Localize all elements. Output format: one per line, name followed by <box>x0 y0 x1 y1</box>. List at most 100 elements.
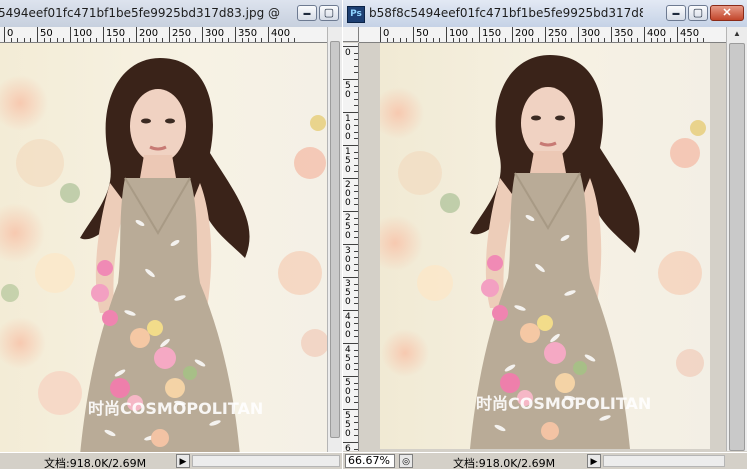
ruler-minor-tick <box>162 38 164 42</box>
ruler-label: 100 <box>345 114 351 142</box>
ruler-minor-tick <box>208 38 210 42</box>
vertical-scrollbar[interactable] <box>327 27 342 454</box>
minimize-button[interactable]: ▬ <box>666 5 686 21</box>
ruler-minor-tick <box>657 38 659 42</box>
ruler-label: 550 <box>345 411 351 439</box>
ruler-major-tick <box>578 27 579 42</box>
ruler-label: 250 <box>345 213 351 241</box>
title-bar[interactable]: 5494eef01fc471bf1be5fe9925bd317d83.jpg @… <box>0 0 342 28</box>
ruler-minor-tick <box>354 164 358 166</box>
ruler-minor-tick <box>76 38 78 42</box>
scrollbar-thumb[interactable] <box>729 43 745 451</box>
ruler-minor-tick <box>221 38 223 42</box>
ruler-minor-tick <box>354 435 358 437</box>
ruler-minor-tick <box>399 38 401 42</box>
ruler-minor-tick <box>228 38 230 42</box>
document-size: 文档:918.0K/2.69M <box>44 457 147 469</box>
ruler-major-tick <box>136 27 137 42</box>
ruler-major-tick <box>611 27 612 42</box>
ruler-minor-tick <box>261 38 263 42</box>
restore-icon: ▢ <box>323 6 335 19</box>
ruler-minor-tick <box>354 158 358 160</box>
ruler-minor-tick <box>354 395 358 397</box>
ruler-minor-tick <box>354 191 358 193</box>
minimize-icon: ▬ <box>303 9 311 17</box>
status-menu-button[interactable]: ▶ <box>587 454 601 468</box>
horizontal-scrollbar[interactable] <box>603 455 725 467</box>
photo: 时尚COSMOPOLITAN <box>0 43 329 455</box>
ruler-minor-tick <box>597 38 599 42</box>
right-arrow-icon: ▶ <box>590 456 598 466</box>
restore-button[interactable]: ▢ <box>688 5 708 21</box>
zoom-menu-button[interactable]: ◎ <box>399 454 413 468</box>
window-title: b58f8c5494eef01fc471bf1be5fe9925bd317d83… <box>369 6 643 20</box>
restore-button[interactable]: ▢ <box>319 5 339 21</box>
ruler-minor-tick <box>241 38 243 42</box>
ruler-major-tick <box>343 79 358 80</box>
ruler-minor-tick <box>149 38 151 42</box>
horizontal-scrollbar[interactable] <box>192 455 340 467</box>
ruler-major-tick <box>4 27 5 42</box>
ruler-minor-tick <box>155 38 157 42</box>
ruler-minor-tick <box>663 38 665 42</box>
ruler-minor-tick <box>354 389 358 391</box>
ruler-major-tick <box>343 442 358 443</box>
ruler-minor-tick <box>419 38 421 42</box>
ruler-minor-tick <box>354 230 358 232</box>
photo: 时尚COSMOPOLITAN <box>380 43 710 449</box>
close-button[interactable]: ✕ <box>710 5 744 21</box>
ruler-minor-tick <box>122 38 124 42</box>
document-window-left[interactable]: 5494eef01fc471bf1be5fe9925bd317d83.jpg @… <box>0 0 343 469</box>
ruler-minor-tick <box>142 38 144 42</box>
ruler-minor-tick <box>96 38 98 42</box>
status-menu-button[interactable]: ▶ <box>176 454 190 468</box>
ruler-minor-tick <box>43 38 45 42</box>
ruler-minor-tick <box>354 92 358 94</box>
image-canvas[interactable]: 时尚COSMOPOLITAN <box>380 43 710 449</box>
ruler-minor-tick <box>63 38 65 42</box>
ruler-minor-tick <box>703 38 705 42</box>
ruler-minor-tick <box>354 52 358 54</box>
zoom-field[interactable]: 66.67% <box>345 454 395 468</box>
ruler-minor-tick <box>498 38 500 42</box>
ruler-minor-tick <box>354 303 358 305</box>
ruler-minor-tick <box>254 38 256 42</box>
ruler-major-tick <box>343 343 358 344</box>
ruler-minor-tick <box>604 38 606 42</box>
window-title: 5494eef01fc471bf1be5fe9925bd317d83.jpg @… <box>0 6 284 20</box>
ruler-minor-tick <box>195 38 197 42</box>
ruler-major-tick <box>103 27 104 42</box>
scroll-up-arrow[interactable]: ▲ <box>727 27 747 41</box>
ruler-minor-tick <box>354 98 358 100</box>
ruler-minor-tick <box>354 105 358 107</box>
ruler-minor-tick <box>175 38 177 42</box>
ruler-minor-tick <box>472 38 474 42</box>
document-window-right[interactable]: Ps b58f8c5494eef01fc471bf1be5fe9925bd317… <box>342 0 747 469</box>
scrollbar-thumb[interactable] <box>330 41 340 438</box>
image-canvas[interactable]: 时尚COSMOPOLITAN <box>0 43 329 455</box>
ruler-minor-tick <box>354 349 358 351</box>
ruler-minor-tick <box>354 72 358 74</box>
ruler-minor-tick <box>354 257 358 259</box>
ruler-major-tick <box>343 409 358 410</box>
ruler-minor-tick <box>354 382 358 384</box>
ruler-minor-tick <box>354 118 358 120</box>
ruler-minor-tick <box>518 38 520 42</box>
ruler-minor-tick <box>30 38 32 42</box>
ruler-minor-tick <box>354 138 358 140</box>
vertical-scrollbar[interactable]: ▲ <box>726 27 747 451</box>
ruler-minor-tick <box>248 38 250 42</box>
ruler-minor-tick <box>354 356 358 358</box>
ruler-minor-tick <box>354 131 358 133</box>
ruler-minor-tick <box>354 237 358 239</box>
minimize-button[interactable]: ▬ <box>297 5 317 21</box>
ruler-minor-tick <box>354 224 358 226</box>
ruler-major-tick <box>343 310 358 311</box>
ruler-origin[interactable] <box>343 27 359 42</box>
ruler-minor-tick <box>354 296 358 298</box>
ruler-minor-tick <box>439 38 441 42</box>
title-bar[interactable]: Ps b58f8c5494eef01fc471bf1be5fe9925bd317… <box>343 0 747 28</box>
ruler-minor-tick <box>354 283 358 285</box>
ruler-label: 300 <box>345 246 351 274</box>
ruler-minor-tick <box>571 38 573 42</box>
